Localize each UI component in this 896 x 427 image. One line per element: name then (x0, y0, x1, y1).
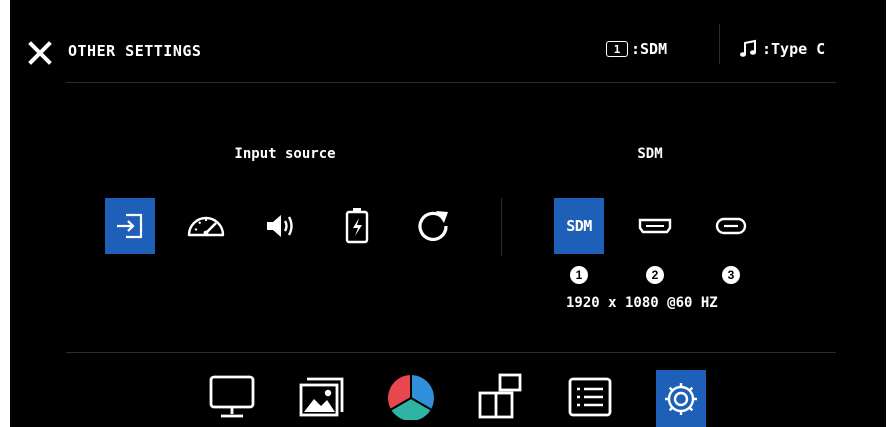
sdm-section-label: SDM (637, 146, 663, 162)
menu-list-icon (568, 377, 612, 417)
nav-display[interactable] (207, 370, 257, 427)
hdmi-port-icon (638, 218, 672, 234)
bottom-divider (66, 352, 836, 353)
speedometer-icon (187, 216, 225, 237)
hdmi-port-button[interactable] (630, 198, 680, 254)
port-number-3: 3 (722, 266, 740, 284)
monitor-icon (209, 375, 255, 418)
port-number-2: 2 (646, 266, 664, 284)
color-wheel-icon (388, 375, 434, 420)
current-source-label: :SDM (631, 40, 668, 58)
current-audio-label: :Type C (762, 40, 826, 58)
reset-button[interactable] (408, 198, 458, 254)
multi-window-icon (478, 373, 522, 419)
image-icon (299, 377, 344, 417)
speedometer-button[interactable] (181, 198, 231, 254)
volume-icon (267, 215, 293, 237)
nav-settings[interactable] (656, 370, 706, 427)
nav-color[interactable] (386, 370, 436, 427)
current-source-indicator: 1 :SDM (606, 36, 667, 62)
current-audio-indicator: :Type C (738, 36, 825, 62)
battery-charging-button[interactable] (332, 198, 382, 254)
refresh-icon (418, 211, 448, 241)
input-source-icon (117, 213, 143, 239)
source-number-badge: 1 (606, 41, 628, 57)
sdm-port-icon-text: SDM (566, 217, 592, 235)
battery-charging-icon (345, 208, 369, 244)
usb-c-port-button[interactable] (706, 198, 756, 254)
usb-c-port-icon (715, 217, 747, 235)
music-note-icon (740, 39, 756, 57)
nav-menu[interactable] (565, 370, 615, 427)
input-source-label: Input source (234, 146, 336, 162)
volume-button[interactable] (257, 198, 307, 254)
section-separator (501, 198, 502, 256)
header-divider (719, 24, 720, 64)
sdm-port-button[interactable]: SDM (554, 198, 604, 254)
settings-gear-icon (665, 383, 697, 415)
osd-screen: OTHER SETTINGS 1 :SDM :Type C Input sour… (10, 0, 886, 427)
resolution-readout: 1920 x 1080 @60 HZ (566, 295, 718, 311)
close-icon[interactable] (27, 40, 53, 66)
page-title: OTHER SETTINGS (68, 42, 202, 60)
nav-multi-window[interactable] (475, 370, 525, 427)
port-number-1: 1 (570, 266, 588, 284)
input-source-button[interactable] (105, 198, 155, 254)
top-divider (66, 82, 836, 83)
nav-picture[interactable] (296, 370, 346, 427)
